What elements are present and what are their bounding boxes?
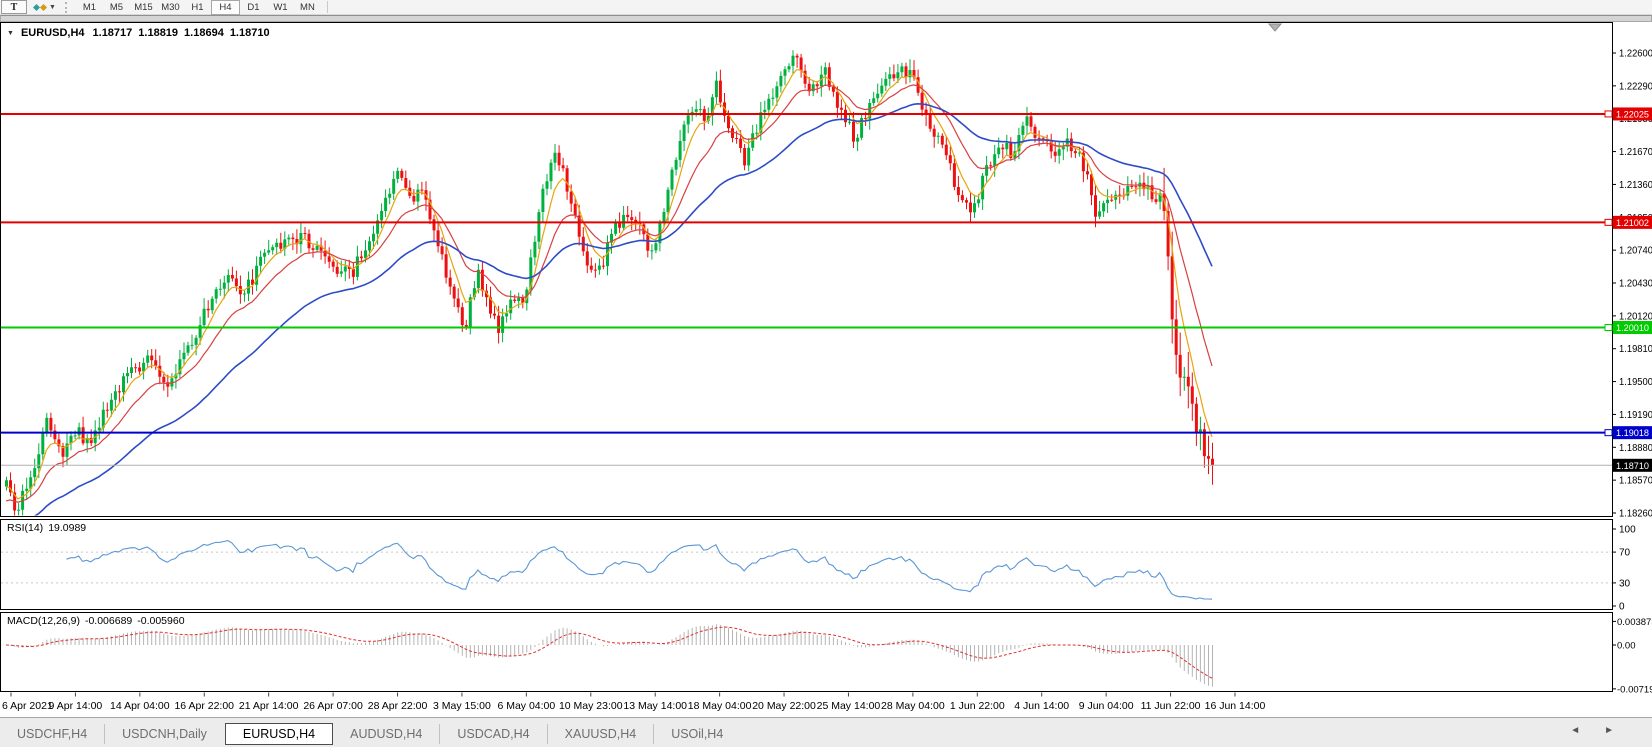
svg-text:1.20740: 1.20740 — [1619, 246, 1652, 257]
tab-eurusd-h4[interactable]: EURUSD,H4 — [225, 723, 333, 745]
tab-scroll-left-icon[interactable]: ◄ — [1570, 725, 1580, 736]
timeframe-d1[interactable]: D1 — [240, 1, 267, 14]
svg-text:1.22290: 1.22290 — [1619, 81, 1652, 92]
timeframe-m30[interactable]: M30 — [157, 1, 184, 14]
svg-text:9 Jun 04:00: 9 Jun 04:00 — [1079, 700, 1134, 712]
macd-name: MACD(12,26,9) — [7, 615, 80, 627]
svg-text:21 Apr 14:00: 21 Apr 14:00 — [239, 700, 299, 712]
svg-text:13 May 14:00: 13 May 14:00 — [623, 700, 687, 712]
low-value: 1.18694 — [184, 27, 224, 39]
svg-text:100: 100 — [1619, 525, 1636, 536]
svg-text:1.22600: 1.22600 — [1619, 49, 1652, 60]
svg-text:1.19500: 1.19500 — [1619, 377, 1652, 388]
timeframe-m5[interactable]: M5 — [103, 1, 130, 14]
open-value: 1.18717 — [93, 27, 133, 39]
high-value: 1.18819 — [138, 27, 178, 39]
svg-text:0: 0 — [1619, 602, 1625, 613]
mt4-window: T ▼ M1 M5 M15 M30 H1 H4 D1 W1 MN 1.22600… — [0, 0, 1652, 747]
rsi-indicator-label: RSI(14) 19.0989 — [7, 522, 86, 534]
svg-text:-0.007192: -0.007192 — [1617, 684, 1652, 695]
svg-text:28 Apr 22:00: 28 Apr 22:00 — [368, 700, 428, 712]
svg-text:70: 70 — [1619, 548, 1631, 559]
svg-text:1 Jun 22:00: 1 Jun 22:00 — [950, 700, 1005, 712]
chevron-down-icon[interactable]: ▼ — [7, 30, 14, 37]
chart-tabs-bar: USDCHF,H4 USDCNH,Daily EURUSD,H4 AUDUSD,… — [0, 717, 1652, 747]
chart-horizontal-scrollbar[interactable] — [0, 15, 1652, 22]
rsi-name: RSI(14) — [7, 522, 43, 534]
chart-canvas[interactable]: 1.226001.222901.219801.216701.213601.210… — [0, 22, 1652, 717]
scrollbar-thumb[interactable] — [0, 15, 1652, 22]
tab-scroll-right-icon[interactable]: ► — [1604, 725, 1614, 736]
text-tool-button[interactable]: T — [1, 0, 27, 14]
timeframe-m15[interactable]: M15 — [130, 1, 157, 14]
svg-text:1.19018: 1.19018 — [1616, 428, 1649, 439]
svg-text:1.21360: 1.21360 — [1619, 180, 1652, 191]
svg-text:16 Apr 22:00: 16 Apr 22:00 — [174, 700, 234, 712]
objects-icon — [40, 3, 47, 10]
toolbar-separator — [327, 1, 328, 13]
tab-usdcad-h4[interactable]: USDCAD,H4 — [439, 724, 546, 744]
svg-text:6 Apr 2021: 6 Apr 2021 — [2, 700, 53, 712]
objects-dropdown-button[interactable]: ▼ — [29, 1, 60, 13]
svg-text:1.20010: 1.20010 — [1616, 323, 1649, 334]
svg-text:14 Apr 04:00: 14 Apr 04:00 — [110, 700, 170, 712]
svg-text:6 May 04:00: 6 May 04:00 — [497, 700, 555, 712]
svg-text:25 May 14:00: 25 May 14:00 — [817, 700, 881, 712]
svg-text:4 Jun 14:00: 4 Jun 14:00 — [1014, 700, 1069, 712]
timeframe-h1[interactable]: H1 — [184, 1, 211, 14]
timeframe-h4[interactable]: H4 — [211, 0, 240, 15]
text-tool-icon: T — [11, 2, 18, 13]
svg-text:1.20120: 1.20120 — [1619, 311, 1652, 322]
tab-usoil-h4[interactable]: USOil,H4 — [653, 724, 740, 744]
svg-text:1.19190: 1.19190 — [1619, 410, 1652, 421]
svg-text:28 May 04:00: 28 May 04:00 — [881, 700, 945, 712]
svg-text:1.19810: 1.19810 — [1619, 344, 1652, 355]
svg-text:16 Jun 14:00: 16 Jun 14:00 — [1205, 700, 1266, 712]
ohlc-header: ▼ EURUSD,H4 1.18717 1.18819 1.18694 1.18… — [7, 27, 270, 39]
macd-main-value: -0.006689 — [85, 615, 132, 627]
tab-usdchf-h4[interactable]: USDCHF,H4 — [0, 724, 104, 744]
svg-text:18 May 04:00: 18 May 04:00 — [688, 700, 752, 712]
tab-usdcnh-daily[interactable]: USDCNH,Daily — [104, 724, 224, 744]
svg-text:26 Apr 07:00: 26 Apr 07:00 — [303, 700, 363, 712]
toolbar-grip — [65, 2, 72, 13]
svg-text:1.18710: 1.18710 — [1616, 461, 1649, 472]
symbol-period-label: EURUSD,H4 — [21, 27, 85, 39]
timeframe-mn[interactable]: MN — [294, 1, 321, 14]
tab-xauusd-h4[interactable]: XAUUSD,H4 — [547, 724, 654, 744]
svg-text:30: 30 — [1619, 578, 1631, 589]
svg-text:0.003873: 0.003873 — [1617, 617, 1652, 628]
macd-signal-value: -0.005960 — [137, 615, 184, 627]
svg-text:1.21002: 1.21002 — [1616, 218, 1649, 229]
svg-text:11 Jun 22:00: 11 Jun 22:00 — [1141, 700, 1201, 712]
svg-text:1.22025: 1.22025 — [1616, 109, 1649, 120]
svg-text:3 May 15:00: 3 May 15:00 — [433, 700, 491, 712]
timeframe-toolbar: T ▼ M1 M5 M15 M30 H1 H4 D1 W1 MN — [0, 0, 1652, 15]
close-value: 1.18710 — [230, 27, 270, 39]
svg-text:9 Apr 14:00: 9 Apr 14:00 — [49, 700, 103, 712]
timeframe-m1[interactable]: M1 — [76, 1, 103, 14]
chevron-down-icon: ▼ — [49, 4, 56, 11]
svg-text:1.18880: 1.18880 — [1619, 443, 1652, 454]
timeframe-w1[interactable]: W1 — [267, 1, 294, 14]
tab-audusd-h4[interactable]: AUDUSD,H4 — [333, 724, 439, 744]
svg-text:1.18260: 1.18260 — [1619, 509, 1652, 520]
svg-text:10 May 23:00: 10 May 23:00 — [559, 700, 623, 712]
macd-indicator-label: MACD(12,26,9) -0.006689 -0.005960 — [7, 615, 185, 627]
svg-text:20 May 22:00: 20 May 22:00 — [752, 700, 816, 712]
svg-text:0.00: 0.00 — [1617, 641, 1636, 652]
svg-text:1.21670: 1.21670 — [1619, 147, 1652, 158]
svg-text:1.20430: 1.20430 — [1619, 279, 1652, 290]
rsi-value: 19.0989 — [48, 522, 86, 534]
svg-text:1.18570: 1.18570 — [1619, 476, 1652, 487]
